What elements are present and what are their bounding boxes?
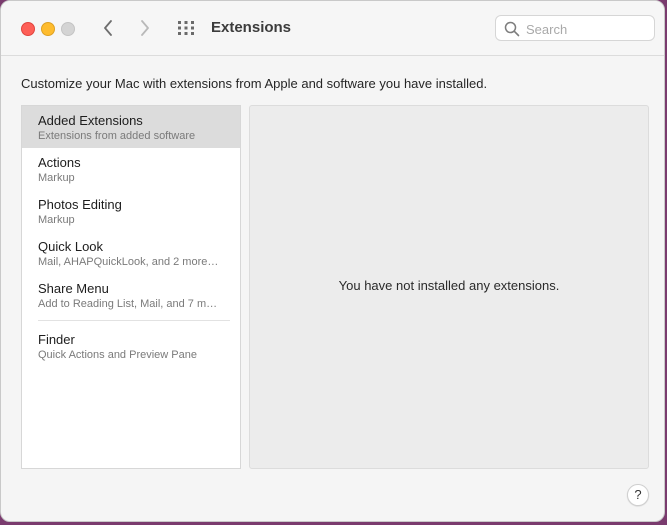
search-field[interactable]: [495, 15, 655, 41]
sidebar-item-quick-look[interactable]: Quick Look Mail, AHAPQuickLook, and 2 mo…: [22, 232, 240, 274]
forward-button[interactable]: [134, 16, 156, 40]
chevron-left-icon: [104, 20, 112, 36]
search-input[interactable]: [524, 19, 652, 39]
extensions-detail-pane: You have not installed any extensions.: [249, 105, 649, 469]
sidebar-item-label: Share Menu: [38, 281, 109, 296]
back-button[interactable]: [97, 16, 119, 40]
sidebar-item-finder[interactable]: Finder Quick Actions and Preview Pane: [22, 325, 240, 367]
preferences-window: Extensions Customize your Mac with exten…: [0, 0, 665, 522]
sidebar-item-label: Finder: [38, 332, 75, 347]
sidebar-item-photos-editing[interactable]: Photos Editing Markup: [22, 190, 240, 232]
sidebar-item-share-menu[interactable]: Share Menu Add to Reading List, Mail, an…: [22, 274, 240, 316]
sidebar-divider: [38, 320, 230, 321]
toolbar: Extensions: [1, 1, 664, 56]
extensions-sidebar: Added Extensions Extensions from added s…: [21, 105, 241, 469]
sidebar-item-actions[interactable]: Actions Markup: [22, 148, 240, 190]
sidebar-item-label: Photos Editing: [38, 197, 122, 212]
sidebar-item-label: Actions: [38, 155, 81, 170]
sidebar-item-label: Added Extensions: [38, 113, 143, 128]
sidebar-item-sublabel: Quick Actions and Preview Pane: [38, 349, 197, 361]
minimize-button[interactable]: [41, 22, 55, 36]
search-icon: [504, 21, 520, 37]
close-button[interactable]: [21, 22, 35, 36]
zoom-button[interactable]: [61, 22, 75, 36]
chevron-right-icon: [141, 20, 149, 36]
sidebar-item-sublabel: Mail, AHAPQuickLook, and 2 more…: [38, 256, 219, 268]
sidebar-item-label: Quick Look: [38, 239, 104, 254]
empty-state-message: You have not installed any extensions.: [338, 278, 560, 293]
sidebar-item-sublabel: Markup: [38, 172, 75, 184]
window-title: Extensions: [211, 19, 292, 36]
sidebar-item-added-extensions[interactable]: Added Extensions Extensions from added s…: [22, 106, 240, 148]
sidebar-item-sublabel: Markup: [38, 214, 75, 226]
help-button[interactable]: ?: [627, 484, 649, 506]
show-all-button[interactable]: [175, 18, 197, 38]
sidebar-item-sublabel: Add to Reading List, Mail, and 7 m…: [38, 298, 218, 310]
page-description: Customize your Mac with extensions from …: [21, 76, 488, 91]
sidebar-item-sublabel: Extensions from added software: [38, 130, 196, 142]
grid-icon: [178, 21, 194, 35]
